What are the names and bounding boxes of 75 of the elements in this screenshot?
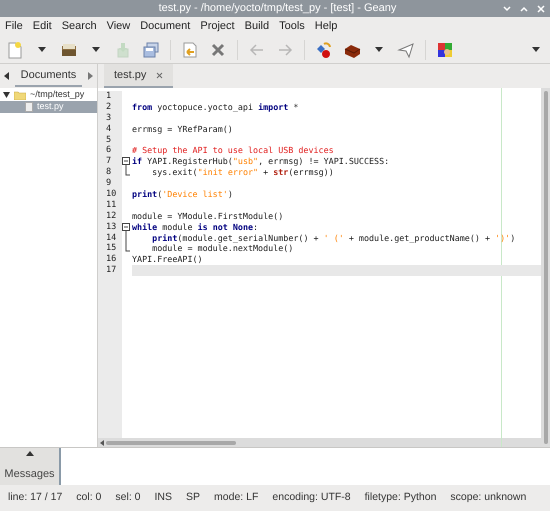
code-line: sys.exit("init error" + str(errmsg)): [151, 167, 334, 178]
color-chooser-icon[interactable]: [436, 40, 454, 58]
tree-item[interactable]: ~/tmp/test_py: [0, 89, 97, 101]
menu-item[interactable]: Edit: [32, 18, 52, 35]
status-item: sel: 0: [115, 490, 141, 506]
menu-item[interactable]: Document: [140, 18, 190, 35]
code-line: print('Device list'): [132, 189, 233, 200]
line-number: 12: [98, 210, 122, 222]
code-line: # Setup the API to use local USB devices: [132, 145, 334, 156]
status-item: filetype: Python: [364, 490, 436, 506]
vertical-scrollbar[interactable]: [541, 88, 550, 447]
line-number: 1: [98, 91, 122, 102]
line-number: 4: [98, 124, 122, 135]
status-item: SP: [186, 490, 200, 506]
code-line: module = YModule.FirstModule(): [132, 210, 284, 222]
fold-marker-icon[interactable]: [122, 156, 131, 168]
maximize-icon[interactable]: [520, 4, 528, 12]
code-line: YAPI.FreeAPI(): [132, 254, 203, 266]
expander-icon[interactable]: [3, 92, 10, 98]
new-document-icon[interactable]: [6, 40, 24, 58]
menu-item[interactable]: Help: [314, 18, 338, 35]
fold-marker-icon[interactable]: [122, 222, 131, 233]
menu-item[interactable]: Project: [200, 18, 235, 35]
revert-document-icon[interactable]: [181, 40, 199, 58]
caret-icon: [532, 47, 540, 52]
status-item: line: 17 / 17: [8, 490, 62, 506]
line-number: 3: [98, 112, 122, 124]
tree-label: test.py: [37, 100, 64, 114]
scroll-left-icon[interactable]: [100, 440, 104, 446]
status-item: encoding: UTF-8: [272, 490, 351, 506]
code-line: if YAPI.RegisterHub("usb", errmsg) != YAPI.SUCCESS:: [132, 156, 390, 168]
menu-item[interactable]: File: [5, 18, 23, 35]
line-number: 8: [98, 167, 122, 178]
status-item: scope: unknown: [450, 490, 526, 506]
line-number: 5: [98, 134, 122, 146]
code-line: print(module.get_serialNumber() + ' (' + module.get_productName() + ')'): [151, 232, 516, 244]
line-number: 14: [98, 232, 122, 244]
caret-icon: [92, 47, 100, 52]
status-item: mode: LF: [214, 490, 258, 506]
line-number: 17: [98, 265, 122, 276]
tree-label: ~/tmp/test_py: [30, 88, 84, 102]
expand-panel-icon: [26, 451, 34, 456]
file-icon: [25, 102, 33, 112]
line-number: 2: [98, 102, 122, 113]
close-icon[interactable]: [156, 72, 164, 78]
line-number: 9: [98, 178, 122, 190]
compile-icon[interactable]: [315, 40, 333, 58]
menu-item[interactable]: Build: [244, 18, 270, 35]
line-number: 15: [98, 243, 122, 254]
status-item: INS: [154, 490, 172, 506]
paper-plane-icon[interactable]: [397, 40, 415, 58]
line-number: 16: [98, 254, 122, 266]
line-number: 7: [98, 156, 122, 168]
horizontal-scrollbar[interactable]: [98, 438, 541, 447]
editor-tab[interactable]: test.py: [104, 64, 174, 88]
line-number: 13: [98, 222, 122, 233]
menu-item[interactable]: Search: [62, 18, 97, 35]
line-number: 11: [98, 200, 122, 211]
window-title: test.py - /home/yocto/tmp/test_py - [test] - Geany: [158, 1, 398, 16]
code-line: while module is not None:: [132, 222, 258, 233]
scroll-left-icon[interactable]: [4, 72, 9, 80]
status-item: col: 0: [76, 490, 102, 506]
minimize-icon[interactable]: [503, 4, 511, 12]
scroll-right-icon[interactable]: [88, 72, 93, 80]
caret-icon: [375, 47, 383, 52]
line-number: 10: [98, 189, 122, 200]
code-line: errmsg = YRefParam(): [132, 124, 233, 135]
menu-item[interactable]: View: [106, 18, 130, 35]
menu-item[interactable]: Tools: [279, 18, 305, 35]
save-all-icon[interactable]: [142, 40, 160, 58]
code-line: module = module.nextModule(): [151, 243, 294, 254]
tab-label: test.py: [114, 68, 146, 83]
caret-icon: [38, 47, 46, 52]
line-number: 6: [98, 145, 122, 156]
code-line: from yoctopuce.yocto_api import *: [132, 102, 298, 113]
